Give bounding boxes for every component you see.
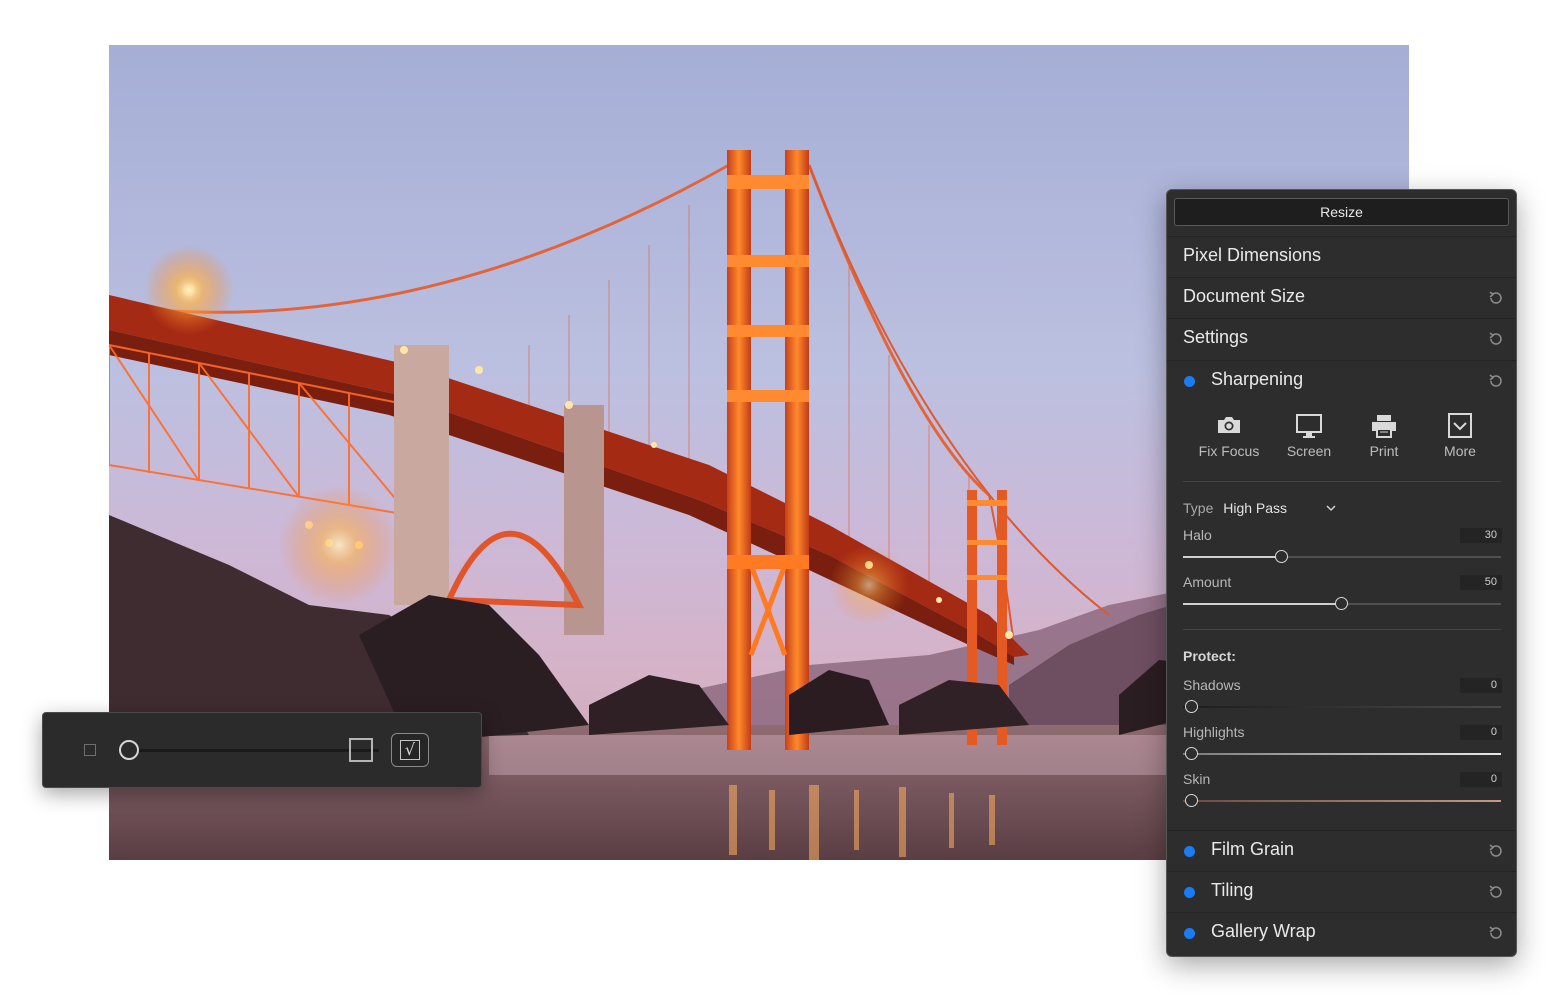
fit-to-screen-button[interactable]: √: [391, 733, 429, 767]
section-label: Sharpening: [1211, 369, 1303, 390]
panel-title[interactable]: Resize: [1174, 198, 1509, 226]
zoom-slider-track[interactable]: [127, 749, 379, 752]
divider: [1183, 629, 1501, 630]
halo-label: Halo: [1183, 527, 1212, 543]
printer-icon: [1370, 413, 1398, 439]
section-label: Film Grain: [1211, 839, 1294, 860]
type-select[interactable]: Type High Pass: [1183, 500, 1287, 516]
shadows-label: Shadows: [1183, 677, 1241, 693]
reset-icon[interactable]: [1487, 330, 1505, 348]
skin-value-field[interactable]: 0: [1460, 772, 1502, 787]
enabled-dot-icon[interactable]: [1184, 846, 1195, 857]
monitor-icon: [1295, 413, 1323, 439]
highlights-label: Highlights: [1183, 724, 1244, 740]
section-label: Gallery Wrap: [1211, 921, 1316, 942]
highlights-slider-handle[interactable]: [1185, 747, 1198, 760]
zoom-toolbar: √: [42, 712, 482, 788]
amount-slider-handle[interactable]: [1335, 597, 1348, 610]
halo-value-field[interactable]: 30: [1460, 528, 1502, 543]
reset-icon[interactable]: [1487, 924, 1505, 942]
section-label: Settings: [1183, 327, 1248, 348]
preset-print[interactable]: Print: [1344, 413, 1424, 459]
preset-more[interactable]: More: [1420, 413, 1500, 459]
section-label: Pixel Dimensions: [1183, 245, 1321, 266]
divider: [1183, 481, 1501, 482]
type-value: High Pass: [1223, 500, 1287, 516]
enabled-dot-icon[interactable]: [1184, 376, 1195, 387]
fit-to-screen-icon: √: [400, 740, 420, 760]
reset-icon[interactable]: [1487, 883, 1505, 901]
shadows-value-field[interactable]: 0: [1460, 678, 1502, 693]
dropdown-box-icon: [1446, 413, 1474, 439]
section-gallery-wrap[interactable]: Gallery Wrap: [1167, 912, 1516, 953]
resize-panel: Resize Pixel Dimensions Document Size Se…: [1166, 189, 1517, 957]
type-label: Type: [1183, 500, 1213, 516]
reset-icon[interactable]: [1487, 372, 1505, 390]
amount-value-field[interactable]: 50: [1460, 575, 1502, 590]
app-stage: √ Resize Pixel Dimensions Document Size …: [0, 0, 1561, 1007]
preset-label: Fix Focus: [1189, 443, 1269, 459]
zoom-slider-handle[interactable]: [119, 740, 139, 760]
section-label: Document Size: [1183, 286, 1305, 307]
skin-slider-track[interactable]: [1183, 800, 1501, 802]
skin-slider-handle[interactable]: [1185, 794, 1198, 807]
amount-label: Amount: [1183, 574, 1231, 590]
amount-slider-fill: [1183, 603, 1341, 605]
enabled-dot-icon[interactable]: [1184, 887, 1195, 898]
preset-label: Screen: [1269, 443, 1349, 459]
protect-title: Protect:: [1183, 648, 1236, 664]
section-tiling[interactable]: Tiling: [1167, 871, 1516, 912]
camera-icon: [1216, 413, 1242, 437]
section-document-size[interactable]: Document Size: [1167, 277, 1516, 318]
zoom-out-icon[interactable]: [84, 744, 96, 756]
section-settings[interactable]: Settings: [1167, 318, 1516, 359]
highlights-slider-track[interactable]: [1183, 753, 1501, 755]
section-pixel-dimensions[interactable]: Pixel Dimensions: [1167, 236, 1516, 277]
halo-slider-handle[interactable]: [1275, 550, 1288, 563]
preset-fix-focus[interactable]: Fix Focus: [1189, 413, 1269, 459]
highlights-value-field[interactable]: 0: [1460, 725, 1502, 740]
halo-slider-track[interactable]: [1183, 556, 1501, 558]
enabled-dot-icon[interactable]: [1184, 928, 1195, 939]
skin-label: Skin: [1183, 771, 1210, 787]
chevron-down-icon[interactable]: [1325, 503, 1337, 513]
shadows-slider-track[interactable]: [1183, 706, 1501, 708]
section-film-grain[interactable]: Film Grain: [1167, 830, 1516, 871]
preset-label: More: [1420, 443, 1500, 459]
section-label: Tiling: [1211, 880, 1253, 901]
halo-slider-fill: [1183, 556, 1281, 558]
preset-screen[interactable]: Screen: [1269, 413, 1349, 459]
zoom-in-icon[interactable]: [349, 738, 373, 762]
reset-icon[interactable]: [1487, 842, 1505, 860]
section-sharpening[interactable]: Sharpening: [1167, 360, 1516, 401]
preset-label: Print: [1344, 443, 1424, 459]
sharpening-presets: Fix Focus Screen Print: [1167, 413, 1516, 483]
shadows-slider-handle[interactable]: [1185, 700, 1198, 713]
reset-icon[interactable]: [1487, 289, 1505, 307]
